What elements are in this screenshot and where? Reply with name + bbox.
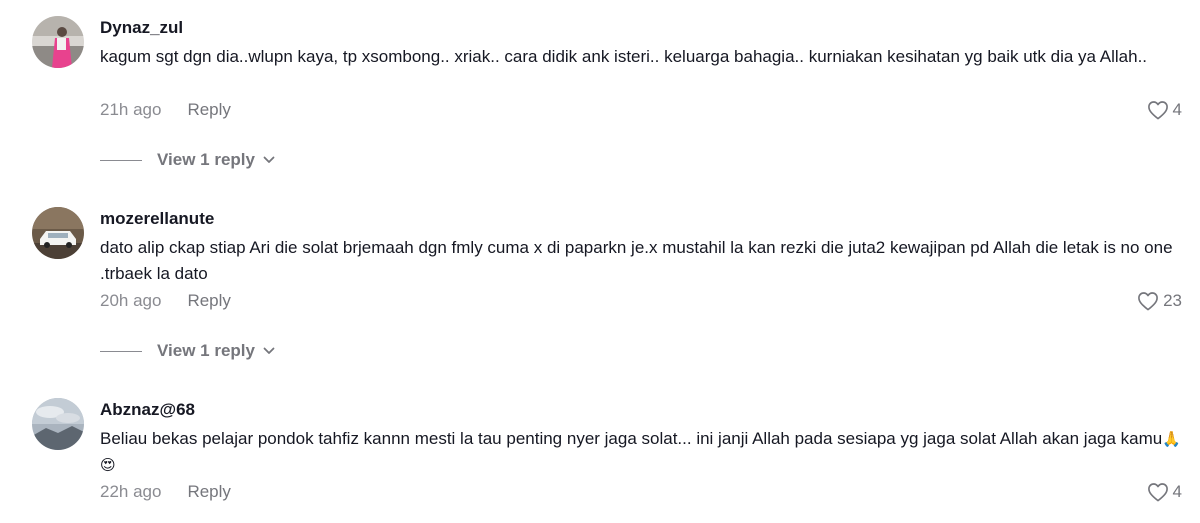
reply-button[interactable]: Reply xyxy=(187,100,230,119)
comment-username[interactable]: mozerellanute xyxy=(100,209,214,229)
user-avatar-icon xyxy=(32,398,84,450)
view-replies-button[interactable]: View 1 reply xyxy=(100,341,275,361)
view-replies-label: View 1 reply xyxy=(157,341,255,360)
comment-item: Dynaz_zul kagum sgt dgn dia..wlupn kaya,… xyxy=(0,16,1200,186)
like-count: 4 xyxy=(1172,482,1182,501)
reply-button[interactable]: Reply xyxy=(187,482,230,501)
avatar[interactable] xyxy=(32,398,84,450)
comment-meta: 22h ago Reply xyxy=(100,482,231,502)
chevron-down-icon xyxy=(263,347,275,354)
view-replies-label: View 1 reply xyxy=(157,150,255,169)
comment-text: kagum sgt dgn dia..wlupn kaya, tp xsombo… xyxy=(100,47,1148,66)
divider-line xyxy=(100,159,142,161)
chevron-down-icon xyxy=(263,156,275,163)
comment-meta: 20h ago Reply xyxy=(100,291,231,311)
comment-item: Abznaz@68 Beliau bekas pelajar pondok ta… xyxy=(0,398,1200,523)
like-button[interactable]: 4 xyxy=(1147,482,1182,502)
comment-time: 20h ago xyxy=(100,291,162,310)
like-button[interactable]: 4 xyxy=(1147,100,1182,120)
comment-username[interactable]: Abznaz@68 xyxy=(100,400,195,420)
comment-time: 21h ago xyxy=(100,100,162,119)
like-count: 23 xyxy=(1163,291,1182,310)
like-button[interactable]: 23 xyxy=(1137,291,1182,311)
like-count: 4 xyxy=(1172,100,1182,119)
comment-text-body: Beliau bekas pelajar pondok tahfiz kannn… xyxy=(100,429,1163,448)
heart-icon xyxy=(1138,292,1158,311)
comment-item: mozerellanute dato alip ckap stiap Ari d… xyxy=(0,207,1200,377)
comment-text: Beliau bekas pelajar pondok tahfiz kannn… xyxy=(100,426,1190,478)
avatar[interactable] xyxy=(32,16,84,68)
view-replies-button[interactable]: View 1 reply xyxy=(100,150,275,170)
comment-time: 22h ago xyxy=(100,482,162,501)
avatar[interactable] xyxy=(32,207,84,259)
user-avatar-icon xyxy=(32,16,84,68)
comment-username[interactable]: Dynaz_zul xyxy=(100,18,183,38)
divider-line xyxy=(100,350,142,352)
comment-meta: 21h ago Reply xyxy=(100,100,231,120)
comment-text: dato alip ckap stiap Ari die solat brjem… xyxy=(100,238,1173,283)
user-avatar-icon xyxy=(32,207,84,259)
heart-icon xyxy=(1147,483,1168,502)
reply-button[interactable]: Reply xyxy=(187,291,230,310)
heart-icon xyxy=(1147,101,1168,120)
